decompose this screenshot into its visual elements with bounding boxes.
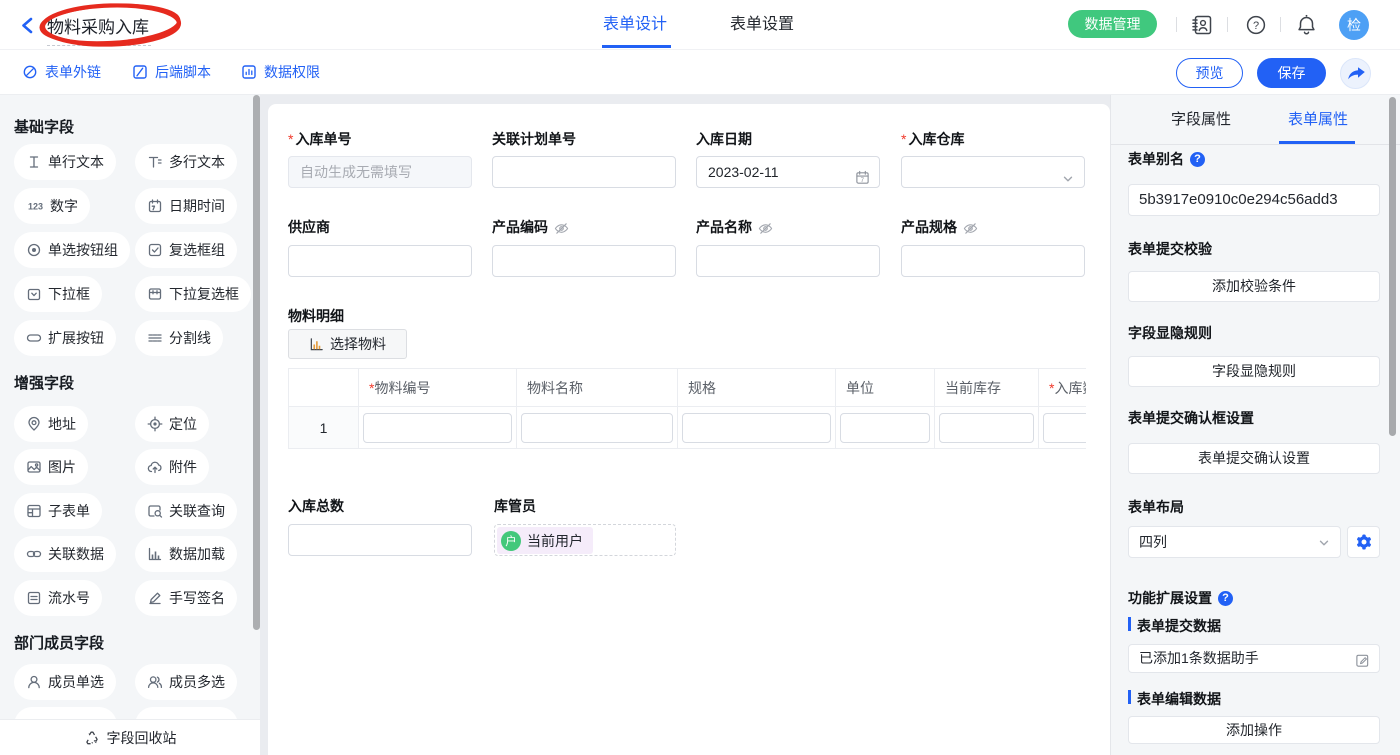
svg-text:户: 户 bbox=[505, 534, 517, 548]
svg-text:123: 123 bbox=[28, 202, 43, 212]
svg-text:?: ? bbox=[1253, 20, 1259, 32]
